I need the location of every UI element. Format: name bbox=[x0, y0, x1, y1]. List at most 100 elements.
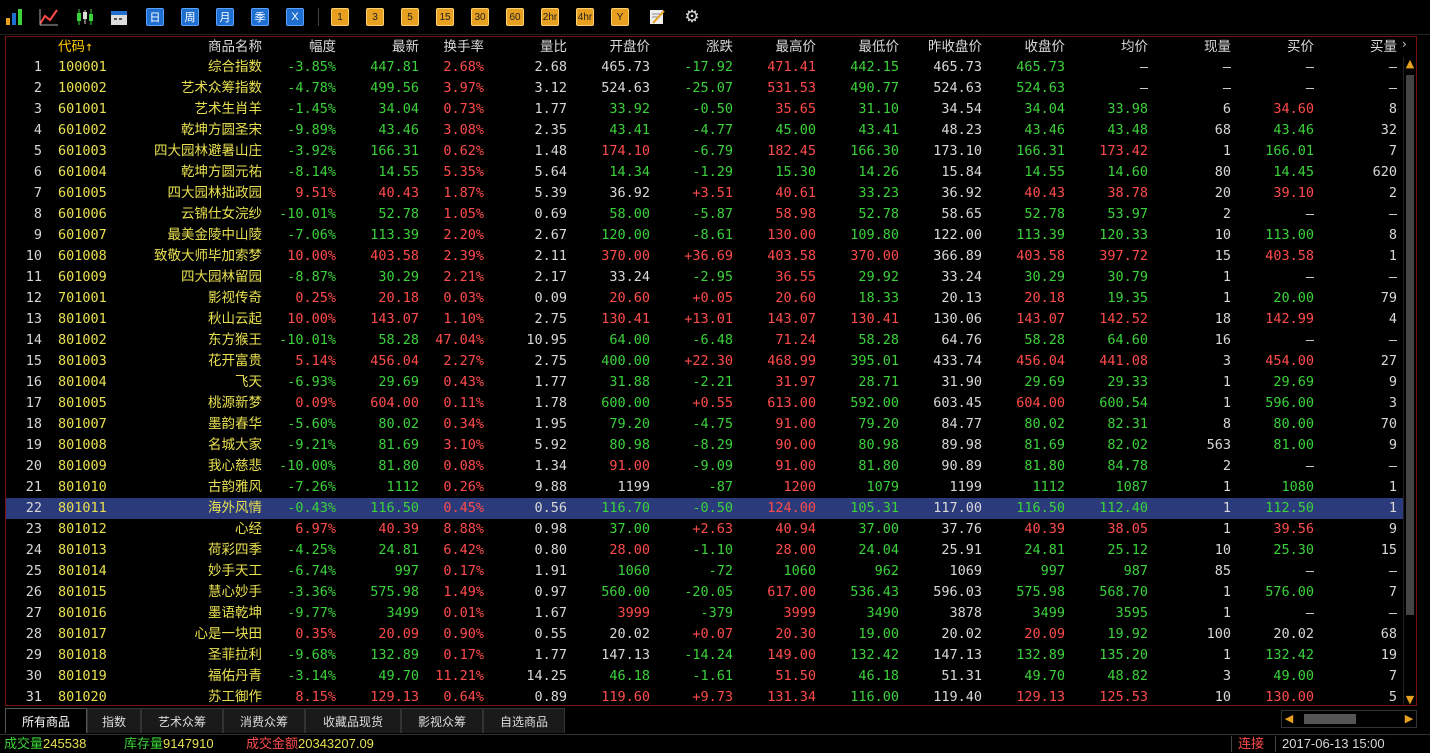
tab-index[interactable]: 指数 bbox=[87, 708, 141, 733]
table-row[interactable]: 11 601009 四大园林留园 -8.87% 30.29 2.21% 2.17 33.24 -… bbox=[6, 267, 1406, 288]
table-row[interactable]: 5 601003 四大园林避暑山庄 -3.92% 166.31 0.62% 1.48 174.… bbox=[6, 141, 1406, 162]
note-icon[interactable] bbox=[646, 8, 668, 26]
period-day-button[interactable]: 日 bbox=[146, 8, 164, 26]
header-change[interactable]: 涨跌 bbox=[653, 37, 733, 58]
table-row[interactable]: 1 100001 综合指数 -3.85% 447.81 2.68% 2.68 465.73 -1… bbox=[6, 57, 1406, 78]
table-row[interactable]: 4 601002 乾坤方圆圣宋 -9.89% 43.46 3.08% 2.35 43.41 -4… bbox=[6, 120, 1406, 141]
row-name: 云锦仕女浣纱 bbox=[181, 206, 262, 222]
row-turnover: 47.04% bbox=[435, 332, 484, 348]
row-index: 20 bbox=[25, 458, 42, 474]
scroll-down-icon[interactable]: ▼ bbox=[1404, 693, 1416, 705]
period-month-button[interactable]: 月 bbox=[216, 8, 234, 26]
tab-watchlist[interactable]: 自选商品 bbox=[483, 708, 565, 733]
connection-status[interactable]: 连接 bbox=[1238, 735, 1264, 753]
table-row[interactable]: 14 801002 东方猴王 -10.01% 58.28 47.04% 10.95 64.00… bbox=[6, 330, 1406, 351]
header-bid-vol[interactable]: 买量 bbox=[1317, 37, 1397, 58]
table-row[interactable]: 20 801009 我心慈悲 -10.00% 81.80 0.08% 1.34 91.00 -9… bbox=[6, 456, 1406, 477]
period-season-button[interactable]: 季 bbox=[251, 8, 269, 26]
candlestick-icon[interactable] bbox=[74, 8, 96, 26]
tab-art-crowdfunding[interactable]: 艺术众筹 bbox=[141, 708, 223, 733]
table-row[interactable]: 21 801010 古韵雅风 -7.26% 1112 0.26% 9.88 1199 -87 12… bbox=[6, 477, 1406, 498]
tab-consumer-crowdfunding[interactable]: 消费众筹 bbox=[223, 708, 305, 733]
table-row[interactable]: 6 601004 乾坤方圆元祐 -8.14% 14.55 5.35% 5.64 14.34 -1… bbox=[6, 162, 1406, 183]
table-row[interactable]: 3 601001 艺术生肖羊 -1.45% 34.04 0.73% 1.77 33.92 -0.… bbox=[6, 99, 1406, 120]
bar-chart-icon[interactable] bbox=[4, 8, 26, 26]
gear-icon[interactable]: ⚙ bbox=[681, 7, 703, 27]
header-cur-vol[interactable]: 现量 bbox=[1151, 37, 1231, 58]
header-avg[interactable]: 均价 bbox=[1068, 37, 1148, 58]
header-close[interactable]: 收盘价 bbox=[985, 37, 1066, 58]
interval-1-button[interactable]: 1 bbox=[331, 8, 349, 26]
header-high[interactable]: 最高价 bbox=[736, 37, 817, 58]
interval-15-button[interactable]: 15 bbox=[436, 8, 454, 26]
row-low: 14.26 bbox=[858, 164, 899, 180]
table-row[interactable]: 31 801020 苏工御作 8.15% 129.13 0.64% 0.89 119.60 +9… bbox=[6, 687, 1406, 705]
table-row[interactable]: 19 801008 名城大家 -9.21% 81.69 3.10% 5.92 80.98 -8.… bbox=[6, 435, 1406, 456]
table-row[interactable]: 15 801003 花开富贵 5.14% 456.04 2.27% 2.75 400.00 +2… bbox=[6, 351, 1406, 372]
header-prev-close[interactable]: 昨收盘价 bbox=[902, 37, 982, 58]
header-last[interactable]: 最新 bbox=[339, 37, 419, 58]
row-close: 456.04 bbox=[1016, 353, 1065, 369]
scroll-left-icon[interactable]: ◀ bbox=[1282, 711, 1296, 727]
table-row[interactable]: 27 801016 墨语乾坤 -9.77% 3499 0.01% 1.67 3999 -379 3… bbox=[6, 603, 1406, 624]
line-chart-icon[interactable] bbox=[38, 8, 60, 26]
vertical-scrollbar[interactable]: ▲ ▼ bbox=[1403, 57, 1416, 705]
header-volume-ratio[interactable]: 量比 bbox=[487, 37, 567, 58]
tab-all-products[interactable]: 所有商品 bbox=[5, 708, 87, 733]
header-turnover[interactable]: 换手率 bbox=[422, 37, 485, 58]
header-open[interactable]: 开盘价 bbox=[570, 37, 651, 58]
interval-year-button[interactable]: Y bbox=[611, 8, 629, 26]
row-index: 6 bbox=[33, 164, 42, 180]
header-bid[interactable]: 买价 bbox=[1234, 37, 1314, 58]
period-x-button[interactable]: X bbox=[286, 8, 304, 26]
table-row[interactable]: 18 801007 墨韵春华 -5.60% 80.02 0.34% 1.95 79.20 -4.… bbox=[6, 414, 1406, 435]
scroll-right-icon[interactable]: ▶ bbox=[1402, 711, 1416, 727]
row-avg: 38.05 bbox=[1107, 521, 1148, 537]
horizontal-scrollbar[interactable]: ◀ ▶ bbox=[1281, 710, 1417, 728]
header-low[interactable]: 最低价 bbox=[819, 37, 900, 58]
row-low: 28.71 bbox=[858, 374, 899, 390]
table-row[interactable]: 28 801017 心是一块田 0.35% 20.09 0.90% 0.55 20.02 +0.… bbox=[6, 624, 1406, 645]
row-low: 31.10 bbox=[858, 101, 899, 117]
table-row[interactable]: 29 801018 圣菲拉利 -9.68% 132.89 0.17% 1.77 147.13 -… bbox=[6, 645, 1406, 666]
hscroll-thumb[interactable] bbox=[1304, 714, 1356, 724]
chevron-right-icon[interactable]: › bbox=[1402, 37, 1414, 51]
table-row[interactable]: 12 701001 影视传奇 0.25% 20.18 0.03% 0.09 20.60 +0.0… bbox=[6, 288, 1406, 309]
tab-film-crowdfunding[interactable]: 影视众筹 bbox=[401, 708, 483, 733]
interval-2hr-button[interactable]: 2hr bbox=[541, 8, 559, 26]
interval-4hr-button[interactable]: 4hr bbox=[576, 8, 594, 26]
table-row[interactable]: 17 801005 桃源新梦 0.09% 604.00 0.11% 1.78 600.00 +0… bbox=[6, 393, 1406, 414]
interval-3-button[interactable]: 3 bbox=[366, 8, 384, 26]
table-row[interactable]: 25 801014 妙手天工 -6.74% 997 0.17% 1.91 1060 -72 106… bbox=[6, 561, 1406, 582]
calendar-icon[interactable] bbox=[108, 8, 130, 26]
table-row[interactable]: 9 601007 最美金陵中山陵 -7.06% 113.39 2.20% 2.67 120.0… bbox=[6, 225, 1406, 246]
table-row[interactable]: 2 100002 艺术众筹指数 -4.78% 499.56 3.97% 3.12 524.63… bbox=[6, 78, 1406, 99]
row-change: -1.10 bbox=[692, 542, 733, 558]
tab-collectibles-spot[interactable]: 收藏品现货 bbox=[305, 708, 401, 733]
scroll-up-icon[interactable]: ▲ bbox=[1404, 57, 1416, 71]
period-week-button[interactable]: 周 bbox=[181, 8, 199, 26]
table-row[interactable]: 7 601005 四大园林拙政园 9.51% 40.43 1.87% 5.39 36.92 +3… bbox=[6, 183, 1406, 204]
table-row[interactable]: 13 801001 秋山云起 10.00% 143.07 1.10% 2.75 130.41 +… bbox=[6, 309, 1406, 330]
interval-30-button[interactable]: 30 bbox=[471, 8, 489, 26]
header-change-pct[interactable]: 幅度 bbox=[264, 37, 336, 58]
table-row[interactable]: 16 801004 飞天 -6.93% 29.69 0.43% 1.77 31.88 -2.21… bbox=[6, 372, 1406, 393]
header-name[interactable]: 商品名称 bbox=[146, 37, 262, 58]
table-row[interactable]: 8 601006 云锦仕女浣纱 -10.01% 52.78 1.05% 0.69 58.00 -… bbox=[6, 204, 1406, 225]
row-open: 58.00 bbox=[609, 206, 650, 222]
table-row[interactable]: 24 801013 荷彩四季 -4.25% 24.81 6.42% 0.80 28.00 -1.… bbox=[6, 540, 1406, 561]
interval-5-button[interactable]: 5 bbox=[401, 8, 419, 26]
table-row[interactable]: 23 801012 心经 6.97% 40.39 8.88% 0.98 37.00 +2.63 4… bbox=[6, 519, 1406, 540]
table-row[interactable]: 22 801011 海外风情 -0.43% 116.50 0.45% 0.56 116.70 -… bbox=[6, 498, 1406, 519]
row-open: 43.41 bbox=[609, 122, 650, 138]
stock-value: 9147910 bbox=[163, 736, 214, 751]
scroll-thumb[interactable] bbox=[1406, 75, 1414, 615]
table-row[interactable]: 30 801019 福佑丹青 -3.14% 49.70 11.21% 14.25 46.18 -… bbox=[6, 666, 1406, 687]
table-row[interactable]: 26 801015 慧心妙手 -3.36% 575.98 1.49% 0.97 560.00 -… bbox=[6, 582, 1406, 603]
interval-60-button[interactable]: 60 bbox=[506, 8, 524, 26]
row-open: 400.00 bbox=[601, 353, 650, 369]
row-code: 801008 bbox=[58, 437, 107, 453]
table-row[interactable]: 10 601008 致敬大师毕加索梦 10.00% 403.58 2.39% 2.11 370… bbox=[6, 246, 1406, 267]
header-code[interactable]: 代码↑ bbox=[58, 37, 118, 58]
row-turnover: 1.49% bbox=[443, 584, 484, 600]
